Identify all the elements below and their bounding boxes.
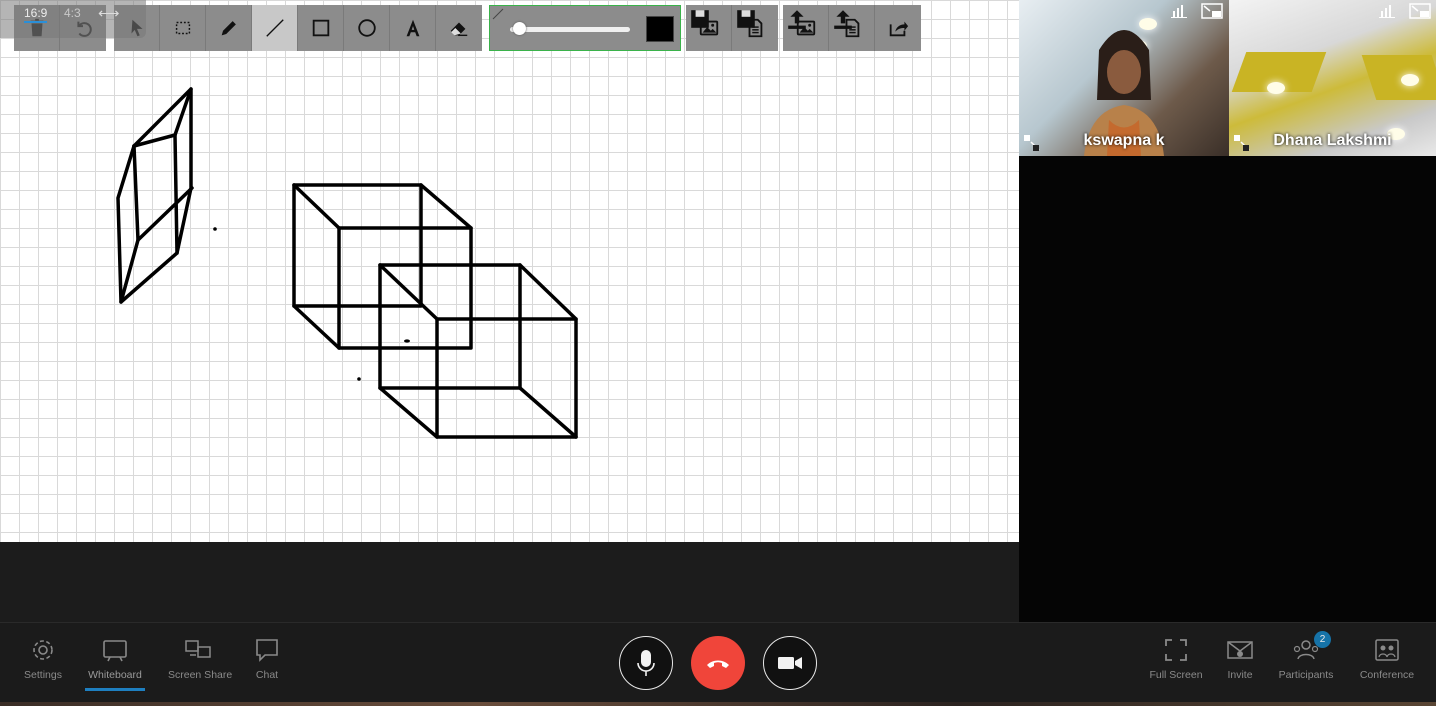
conference-button[interactable]: Conference [1357, 637, 1417, 681]
participant-name: Dhana Lakshmi [1273, 132, 1392, 149]
screen-share-button[interactable]: Screen Share [168, 637, 233, 681]
whiteboard-icon [103, 640, 127, 662]
full-screen-icon [1165, 639, 1187, 661]
rectangle-tool-icon[interactable] [298, 5, 344, 51]
participants-label: Participants [1278, 669, 1334, 681]
invite-icon [1227, 641, 1253, 659]
participants-button[interactable]: 2 Participants [1276, 631, 1336, 681]
signal-strength-icon [1379, 5, 1395, 18]
whiteboard-label: Whiteboard [88, 669, 142, 681]
hang-up-icon [707, 660, 729, 668]
circle-tool-icon[interactable] [344, 5, 390, 51]
settings-label: Settings [24, 669, 62, 681]
share-icon[interactable] [875, 5, 921, 51]
ceiling-panel [1361, 55, 1436, 100]
chat-label: Chat [255, 669, 279, 681]
screen-share-label: Screen Share [168, 669, 233, 681]
save-document-icon[interactable] [732, 5, 778, 51]
chat-button[interactable]: Chat [237, 637, 297, 681]
whiteboard-drawing [116, 87, 578, 439]
gear-icon [33, 640, 53, 660]
upload-image-icon[interactable] [783, 5, 829, 51]
aspect-ratio-toggle: 16:9 4:3 ⟷ [0, 0, 146, 38]
ceiling-light [1267, 82, 1285, 94]
camera-button[interactable] [763, 636, 817, 690]
picture-in-picture-icon[interactable] [1201, 3, 1223, 19]
video-tile-dhana-lakshmi[interactable]: Dhana Lakshmi [1229, 0, 1436, 156]
marquee-select-icon[interactable] [160, 5, 206, 51]
whiteboard-footer [0, 542, 1019, 622]
picture-in-picture-icon[interactable] [1409, 3, 1431, 19]
toolbar-group-save [686, 5, 778, 51]
save-image-icon[interactable] [686, 5, 732, 51]
invite-button[interactable]: Invite [1210, 637, 1270, 681]
pencil-icon[interactable] [206, 5, 252, 51]
aspect-4-3-option[interactable]: 4:3 [64, 6, 81, 20]
microphone-icon [637, 650, 655, 676]
ceiling-light [1401, 74, 1419, 86]
whiteboard-button[interactable]: Whiteboard [85, 637, 145, 691]
bottom-control-bar: Settings Whiteboard Screen Share Chat Fu… [0, 622, 1436, 703]
conference-label: Conference [1359, 669, 1415, 681]
microphone-button[interactable] [619, 636, 673, 690]
stroke-settings [489, 5, 681, 51]
aspect-16-9-option[interactable]: 16:9 [24, 6, 48, 23]
stroke-width-slider-knob[interactable] [513, 22, 526, 35]
line-tool-icon[interactable] [252, 5, 298, 51]
eraser-icon[interactable] [436, 5, 482, 51]
conference-icon [1375, 639, 1399, 661]
background-strip [0, 702, 1436, 706]
line-width-icon [492, 8, 504, 20]
screen-share-icon [185, 640, 211, 658]
participants-count-badge: 2 [1314, 631, 1331, 648]
whiteboard-canvas[interactable] [0, 0, 1019, 542]
video-panel-empty [1019, 156, 1436, 622]
full-screen-label: Full Screen [1149, 669, 1203, 681]
toolbar-group-tools [114, 5, 482, 51]
end-call-button[interactable] [691, 636, 745, 690]
settings-button[interactable]: Settings [13, 637, 73, 681]
upload-document-icon[interactable] [829, 5, 875, 51]
chat-icon [256, 639, 278, 662]
full-screen-button[interactable]: Full Screen [1146, 637, 1206, 681]
color-picker[interactable] [646, 16, 674, 42]
swap-arrows-icon[interactable]: ⟷ [98, 4, 120, 22]
toolbar-group-upload [783, 5, 921, 51]
video-camera-icon [778, 657, 802, 669]
signal-strength-icon [1171, 5, 1187, 18]
stroke-width-slider[interactable] [510, 27, 630, 32]
text-tool-icon[interactable] [390, 5, 436, 51]
video-tile-kswapna[interactable]: kswapna k [1019, 0, 1229, 156]
invite-label: Invite [1227, 669, 1253, 681]
participant-name: kswapna k [1083, 132, 1165, 149]
